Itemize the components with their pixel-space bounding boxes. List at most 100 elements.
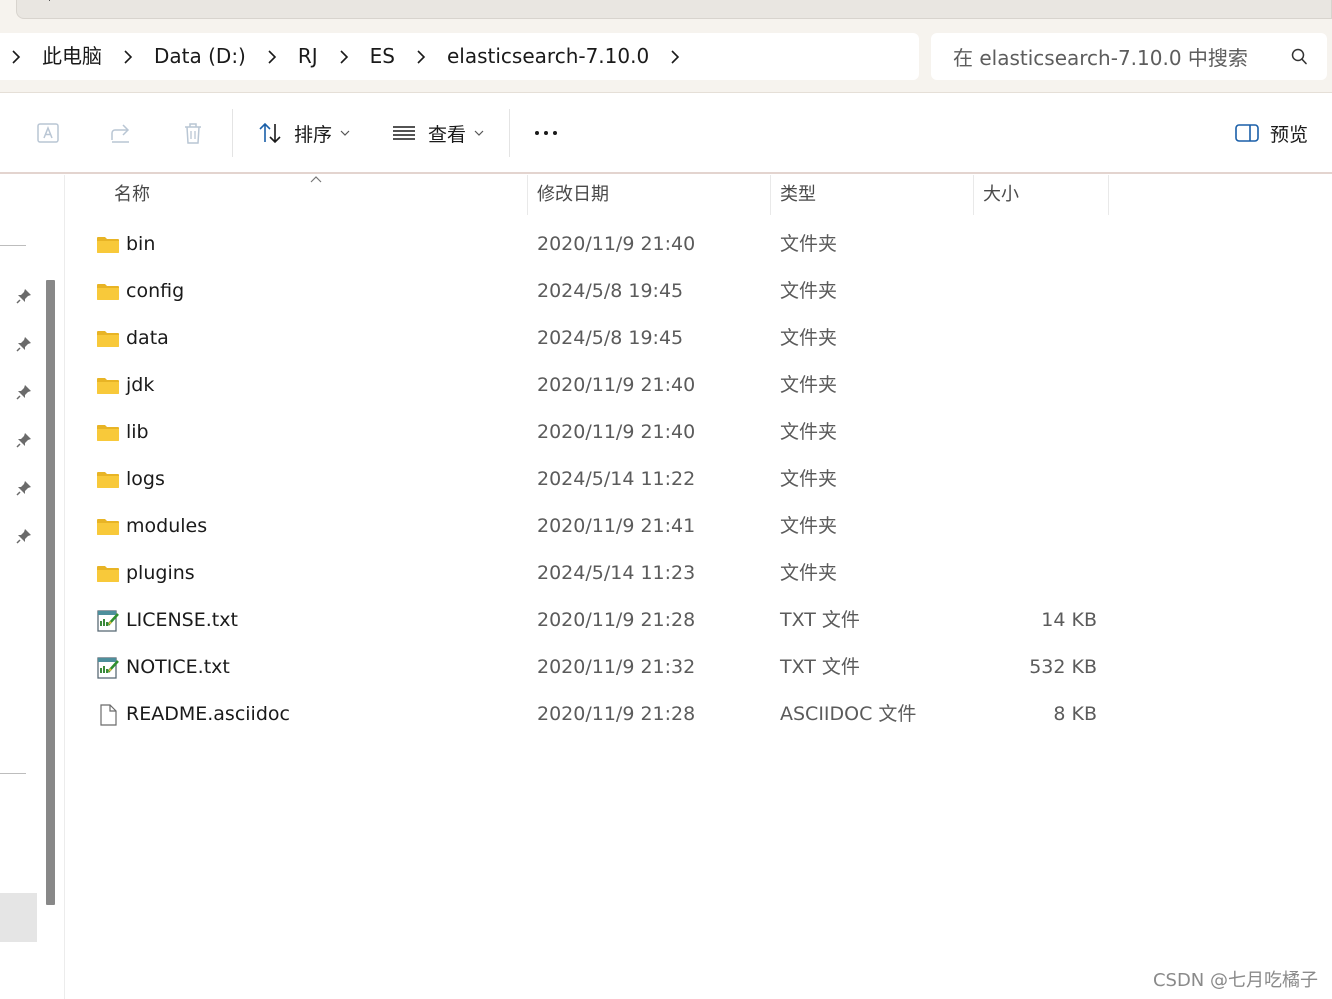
file-name[interactable]: logs xyxy=(126,456,165,503)
list-view-icon xyxy=(393,126,415,140)
sort-button[interactable]: 排序 xyxy=(256,93,350,173)
file-name[interactable]: jdk xyxy=(126,362,154,409)
column-header-modified[interactable]: 修改日期 xyxy=(537,175,609,215)
file-name[interactable]: modules xyxy=(126,503,207,550)
file-type: 文件夹 xyxy=(780,327,838,349)
folder-icon xyxy=(96,374,120,398)
command-bar: 排序 查看 预览 xyxy=(0,92,1332,174)
file-type: 文件夹 xyxy=(780,562,838,584)
pin-icon[interactable] xyxy=(15,479,33,497)
file-type: TXT 文件 xyxy=(780,609,860,631)
search-box[interactable]: 在 elasticsearch-7.10.0 中搜索 xyxy=(931,33,1327,80)
file-row[interactable]: NOTICE.txt 2020/11/9 21:32 TXT 文件 532 KB xyxy=(65,644,1115,691)
file-row[interactable]: plugins 2024/5/14 11:23 文件夹 xyxy=(65,550,1115,597)
breadcrumb-rj[interactable]: RJ xyxy=(288,33,328,80)
file-name[interactable]: config xyxy=(126,268,184,315)
file-modified: 2020/11/9 21:41 xyxy=(537,515,696,537)
breadcrumb-this-pc[interactable]: 此电脑 xyxy=(32,33,112,80)
file-type: 文件夹 xyxy=(780,421,838,443)
file-modified: 2020/11/9 21:28 xyxy=(537,609,696,631)
file-row[interactable]: modules 2020/11/9 21:41 文件夹 xyxy=(65,503,1115,550)
chevron-right-icon[interactable] xyxy=(112,33,144,80)
file-row[interactable]: bin 2020/11/9 21:40 文件夹 xyxy=(65,221,1115,268)
nav-scrollbar-thumb[interactable] xyxy=(46,280,55,905)
file-row[interactable]: jdk 2020/11/9 21:40 文件夹 xyxy=(65,362,1115,409)
watermark: CSDN @七月吃橘子 xyxy=(1152,970,1318,991)
file-modified: 2024/5/14 11:23 xyxy=(537,562,696,584)
pin-icon[interactable] xyxy=(15,287,33,305)
chevron-right-icon[interactable] xyxy=(256,33,288,80)
sort-label: 排序 xyxy=(294,123,333,146)
file-row[interactable]: LICENSE.txt 2020/11/9 21:28 TXT 文件 14 KB xyxy=(65,597,1115,644)
chevron-right-icon[interactable] xyxy=(659,33,691,80)
file-name[interactable]: LICENSE.txt xyxy=(126,597,238,644)
file-modified: 2020/11/9 21:40 xyxy=(537,374,696,396)
file-name[interactable]: NOTICE.txt xyxy=(126,644,230,691)
file-name[interactable]: lib xyxy=(126,409,149,456)
sort-ascending-icon xyxy=(310,176,322,183)
file-modified: 2020/11/9 21:40 xyxy=(537,421,696,443)
folder-icon xyxy=(96,468,120,492)
more-icon xyxy=(535,131,557,135)
file-row[interactable]: config 2024/5/8 19:45 文件夹 xyxy=(65,268,1115,315)
file-name[interactable]: bin xyxy=(126,221,155,268)
view-button[interactable]: 查看 xyxy=(390,93,484,173)
column-header-type[interactable]: 类型 xyxy=(780,175,816,215)
search-placeholder[interactable]: 在 elasticsearch-7.10.0 中搜索 xyxy=(953,42,1289,71)
file-row[interactable]: README.asciidoc 2020/11/9 21:28 ASCIIDOC 文… xyxy=(65,691,1115,738)
breadcrumb-elasticsearch[interactable]: elasticsearch-7.10.0 xyxy=(437,33,659,80)
file-size: 532 KB xyxy=(1029,656,1097,678)
folder-icon xyxy=(96,421,120,445)
delete-button[interactable] xyxy=(179,93,207,173)
file-row[interactable]: logs 2024/5/14 11:22 文件夹 xyxy=(65,456,1115,503)
search-icon[interactable] xyxy=(1289,47,1309,67)
pin-icon[interactable] xyxy=(15,335,33,353)
more-options-button[interactable] xyxy=(532,93,560,173)
pin-icon[interactable] xyxy=(15,431,33,449)
file-type: 文件夹 xyxy=(780,468,838,490)
file-size: 14 KB xyxy=(1041,609,1097,631)
column-header-size[interactable]: 大小 xyxy=(983,175,1019,215)
rename-button[interactable] xyxy=(34,93,62,173)
navigation-pane xyxy=(0,175,38,999)
preview-pane-button[interactable]: 预览 xyxy=(1233,93,1308,173)
window-tab[interactable] xyxy=(16,0,1332,19)
file-name[interactable]: data xyxy=(126,315,169,362)
folder-icon xyxy=(96,280,120,304)
file-list: 名称 修改日期 类型 大小 bin 2020/11/9 21:40 文件夹 confi… xyxy=(65,175,1332,999)
rename-icon xyxy=(37,123,59,143)
file-row[interactable]: data 2024/5/8 19:45 文件夹 xyxy=(65,315,1115,362)
share-icon xyxy=(111,124,130,143)
file-modified: 2020/11/9 21:40 xyxy=(537,233,696,255)
share-button[interactable] xyxy=(107,93,135,173)
view-label: 查看 xyxy=(428,123,467,146)
folder-icon xyxy=(96,562,120,586)
file-modified: 2024/5/8 19:45 xyxy=(537,280,684,302)
chevron-right-icon[interactable] xyxy=(0,33,32,80)
folder-icon xyxy=(96,327,120,351)
chevron-down-icon xyxy=(340,130,350,136)
folder-icon xyxy=(96,515,120,539)
blank-file-icon xyxy=(96,703,120,727)
text-file-icon xyxy=(96,609,120,633)
file-type: 文件夹 xyxy=(780,280,838,302)
file-modified: 2020/11/9 21:28 xyxy=(537,703,696,725)
column-header-name[interactable]: 名称 xyxy=(114,175,150,215)
trash-icon xyxy=(185,123,201,144)
nav-scrollbar[interactable] xyxy=(38,175,65,999)
file-name[interactable]: plugins xyxy=(126,550,195,597)
breadcrumb-es[interactable]: ES xyxy=(360,33,405,80)
title-strip: 此电脑 Data (D:) RJ ES elasticsearch-7.10.0… xyxy=(0,0,1332,92)
file-name[interactable]: README.asciidoc xyxy=(126,691,290,738)
chevron-right-icon[interactable] xyxy=(328,33,360,80)
file-row[interactable]: lib 2020/11/9 21:40 文件夹 xyxy=(65,409,1115,456)
pin-icon[interactable] xyxy=(15,527,33,545)
pin-icon[interactable] xyxy=(15,383,33,401)
file-type: ASCIIDOC 文件 xyxy=(780,703,917,725)
chevron-right-icon[interactable] xyxy=(405,33,437,80)
breadcrumb-drive-d[interactable]: Data (D:) xyxy=(144,33,256,80)
nav-selected-item[interactable] xyxy=(0,893,37,942)
file-modified: 2020/11/9 21:32 xyxy=(537,656,696,678)
file-type: 文件夹 xyxy=(780,233,838,255)
address-bar[interactable]: 此电脑 Data (D:) RJ ES elasticsearch-7.10.0 xyxy=(0,33,919,80)
